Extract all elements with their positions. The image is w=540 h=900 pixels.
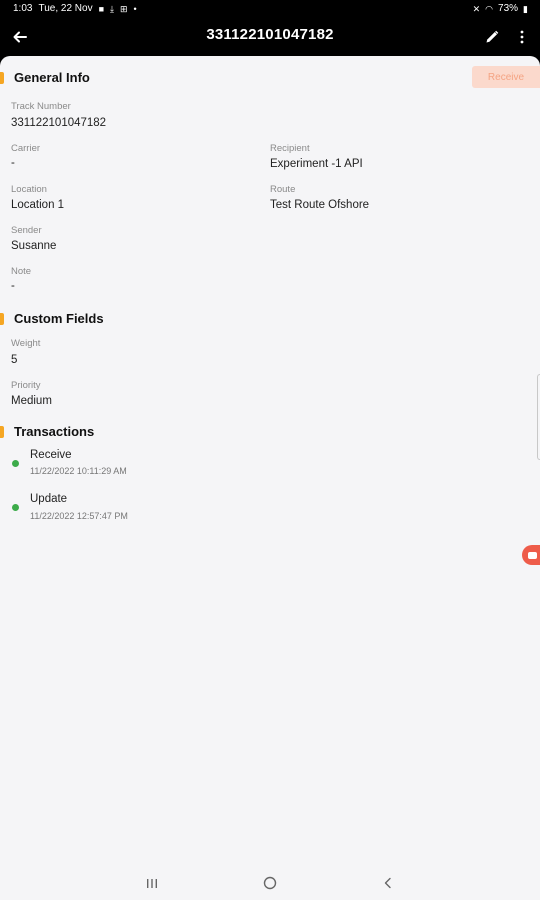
transaction-name: Update <box>30 493 68 505</box>
section-accent <box>0 72 4 84</box>
carrier-label: Carrier <box>11 143 41 154</box>
priority-label: Priority <box>11 380 41 391</box>
recipient-value: Experiment -1 API <box>270 158 363 170</box>
battery-icon: ▮ <box>523 3 528 14</box>
mute-icon: ✕ <box>472 3 481 14</box>
transaction-name: Receive <box>30 449 72 461</box>
note-value: - <box>11 280 15 292</box>
edit-button[interactable] <box>480 25 504 49</box>
detail-content[interactable]: General Info Receive Track Number 331122… <box>0 56 540 866</box>
carrier-value: - <box>11 157 15 169</box>
location-label: Location <box>11 184 47 195</box>
home-icon <box>263 876 277 890</box>
track-number-label: Track Number <box>11 101 71 112</box>
app-bar: 331122101047182 <box>0 18 540 56</box>
home-button[interactable] <box>260 875 280 891</box>
track-number-value: 331122101047182 <box>11 117 107 129</box>
back-nav-icon <box>384 877 391 889</box>
more-options-button[interactable] <box>510 25 534 49</box>
back-nav-button[interactable] <box>378 875 398 891</box>
status-dot-icon <box>12 460 19 467</box>
weight-value: 5 <box>11 354 18 366</box>
weight-label: Weight <box>11 338 41 349</box>
recipient-label: Recipient <box>270 143 310 154</box>
sender-value: Susanne <box>11 240 57 252</box>
location-value: Location 1 <box>11 199 65 211</box>
record-icon <box>528 551 537 559</box>
route-label: Route <box>270 184 296 195</box>
status-dot-icon <box>12 504 19 511</box>
general-info-heading: General Info <box>14 70 90 85</box>
status-date: Tue, 22 Nov <box>38 3 93 14</box>
more-vert-icon <box>520 30 524 44</box>
dot-notification-icon: • <box>133 3 137 14</box>
transaction-time: 11/22/2022 12:57:47 PM <box>30 511 128 521</box>
priority-value: Medium <box>11 395 52 407</box>
transaction-time: 11/22/2022 10:11:29 AM <box>30 466 127 476</box>
note-label: Note <box>11 266 32 277</box>
screen-record-button[interactable] <box>522 545 540 565</box>
sender-label: Sender <box>11 225 42 236</box>
download-notification-icon: ⤓ <box>110 3 114 14</box>
recent-apps-button[interactable] <box>142 875 162 891</box>
receive-button[interactable]: Receive <box>472 66 540 88</box>
video-notification-icon: ■ <box>98 3 105 14</box>
custom-fields-heading: Custom Fields <box>14 311 104 326</box>
route-value: Test Route Ofshore <box>270 199 370 211</box>
section-accent <box>0 313 4 325</box>
wifi-icon: ◠ <box>485 3 494 14</box>
section-accent <box>0 426 4 438</box>
status-time: 1:03 <box>13 3 33 14</box>
edit-pencil-icon <box>486 30 499 43</box>
grid-notification-icon: ⊞ <box>120 3 128 14</box>
battery-percent: 73% <box>498 3 519 14</box>
recent-apps-icon <box>147 878 157 888</box>
system-nav-bar <box>0 866 540 900</box>
transactions-heading: Transactions <box>14 424 95 439</box>
page-title: 331122101047182 <box>206 26 334 43</box>
status-bar: 1:03 Tue, 22 Nov ■ ⤓ ⊞ • ✕ ◠ 73% ▮ <box>0 0 540 18</box>
